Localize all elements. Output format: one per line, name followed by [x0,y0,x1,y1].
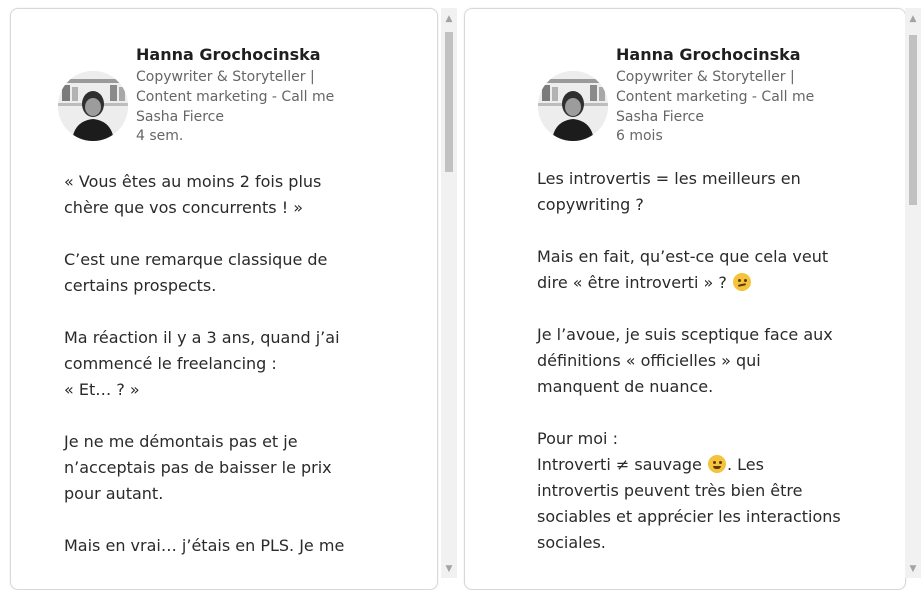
post-text-line: Introverti ≠ sauvage . Les [537,452,877,478]
post-text-line: C’est une remarque classique de [64,250,328,269]
post-text: Les introvertis = les meilleurs en copyw… [537,166,877,556]
post-timestamp: 6 mois [616,128,663,144]
scroll-thumb[interactable] [909,35,917,205]
post-text-line: commencé le freelancing : [64,354,277,373]
author-name[interactable]: Hanna Grochocinska [616,43,876,67]
post-text-line: « Et… ? » [64,380,140,399]
thinking-face-icon [732,273,751,291]
post-card: Hanna Grochocinska Copywriter & Storytel… [464,8,906,590]
avatar[interactable] [58,71,128,141]
scrollbar[interactable]: ▲ ▼ [441,8,457,578]
post-text-line: Les introvertis = les meilleurs en [537,169,801,188]
scrollbar[interactable]: ▲ ▼ [905,8,921,578]
post-text-line: sociales. [537,533,606,552]
headline-line: Sasha Fierce [136,109,224,125]
post-text-line: définitions « officielles » qui [537,351,761,370]
post-text-line: n’acceptais pas de baisser le prix [64,458,332,477]
post-text-line: Ma réaction il y a 3 ans, quand j’ai [64,328,340,347]
post-text-segment: dire « être introverti » ? [537,273,727,292]
post-text-line: dire « être introverti » ? [537,270,877,296]
post-timestamp: 4 sem. [136,128,184,144]
headline-line: Content marketing - Call me [136,89,335,105]
post-card: Hanna Grochocinska Copywriter & Storytel… [10,8,438,590]
post-text-line: Je l’avoue, je suis sceptique face aux [537,325,833,344]
author-headline: Copywriter & Storyteller | Content marke… [616,67,876,127]
headline-line: Content marketing - Call me [616,89,815,105]
scroll-down-arrow-icon[interactable]: ▼ [905,560,921,578]
post-text-line: sociables et apprécier les interactions [537,507,841,526]
headline-line: Copywriter & Storyteller | [616,69,795,85]
author-headline: Copywriter & Storyteller | Content marke… [136,67,396,127]
post-text-line: Mais en fait, qu’est-ce que cela veut [537,247,829,266]
post-text-segment: . Les [726,455,764,474]
post-text-line: pour autant. [64,484,164,503]
post-text-line: chère que vos concurrents ! » [64,198,303,217]
post-text-line: Je ne me démontais pas et je [64,432,298,451]
scroll-thumb[interactable] [445,32,453,172]
post-text: « Vous êtes au moins 2 fois plus chère q… [64,169,384,559]
post-text-line: introvertis peuvent très bien être [537,481,803,500]
post-text-line: Pour moi : [537,429,618,448]
post-text-line: copywriting ? [537,195,644,214]
post-text-line: « Vous êtes au moins 2 fois plus [64,172,322,191]
headline-line: Sasha Fierce [616,109,704,125]
post-text-segment: Introverti ≠ sauvage [537,455,702,474]
scroll-down-arrow-icon[interactable]: ▼ [441,560,457,578]
scroll-up-arrow-icon[interactable]: ▲ [441,10,457,28]
post-text-line: manquent de nuance. [537,377,714,396]
smirking-face-icon [707,455,726,473]
author-name[interactable]: Hanna Grochocinska [136,43,396,67]
headline-line: Copywriter & Storyteller | [136,69,315,85]
scroll-up-arrow-icon[interactable]: ▲ [905,10,921,28]
post-text-line: certains prospects. [64,276,217,295]
avatar[interactable] [538,71,608,141]
post-text-line: Mais en vrai… j’étais en PLS. Je me [64,536,345,555]
